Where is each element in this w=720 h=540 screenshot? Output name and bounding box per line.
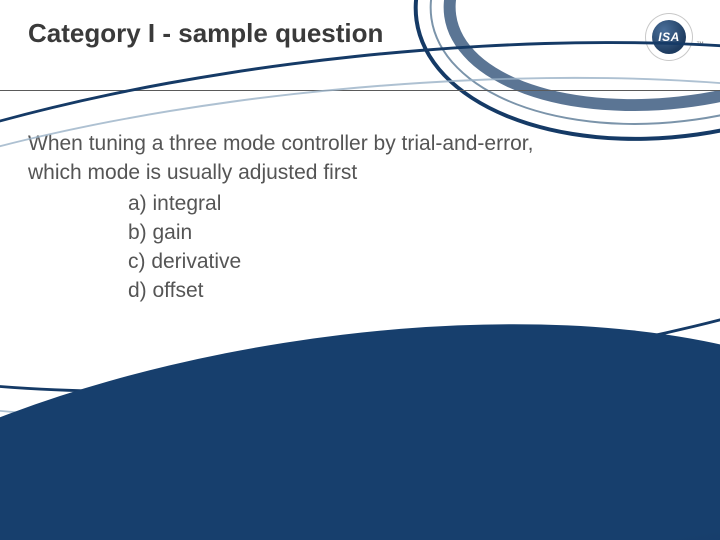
slide-title: Category I - sample question [28,18,383,49]
slide: ISA ™ Category I - sample question When … [0,0,720,540]
